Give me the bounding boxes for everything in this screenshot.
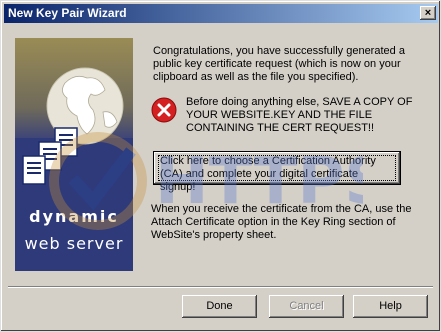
close-icon: × [424,7,432,19]
warning-text: Before doing anything else, SAVE A COPY … [186,96,413,134]
documents-icon [22,127,78,185]
congrats-text: Congratulations, you have successfully g… [153,45,405,83]
choose-ca-button[interactable]: Click here to choose a Certification Aut… [153,151,401,193]
instructions-text: When you receive the certificate from th… [151,203,412,241]
wizard-side-panel: dynamic web server [15,38,133,271]
brand-web-server: web server [24,234,124,253]
error-icon [151,97,177,123]
choose-ca-label: Click here to choose a Certification Aut… [160,155,376,193]
brand-dynamic: dynamic [29,207,119,226]
window-title: New Key Pair Wizard [8,6,127,20]
help-button[interactable]: Help [353,295,428,318]
done-button[interactable]: Done [182,295,257,318]
cancel-button[interactable]: Cancel [269,295,344,318]
button-separator [8,286,433,288]
wizard-window: New Key Pair Wizard × dynamic web server… [0,0,441,332]
title-bar[interactable]: New Key Pair Wizard × [4,4,438,23]
close-button[interactable]: × [420,6,436,20]
globe-documents-graphic [22,67,124,185]
